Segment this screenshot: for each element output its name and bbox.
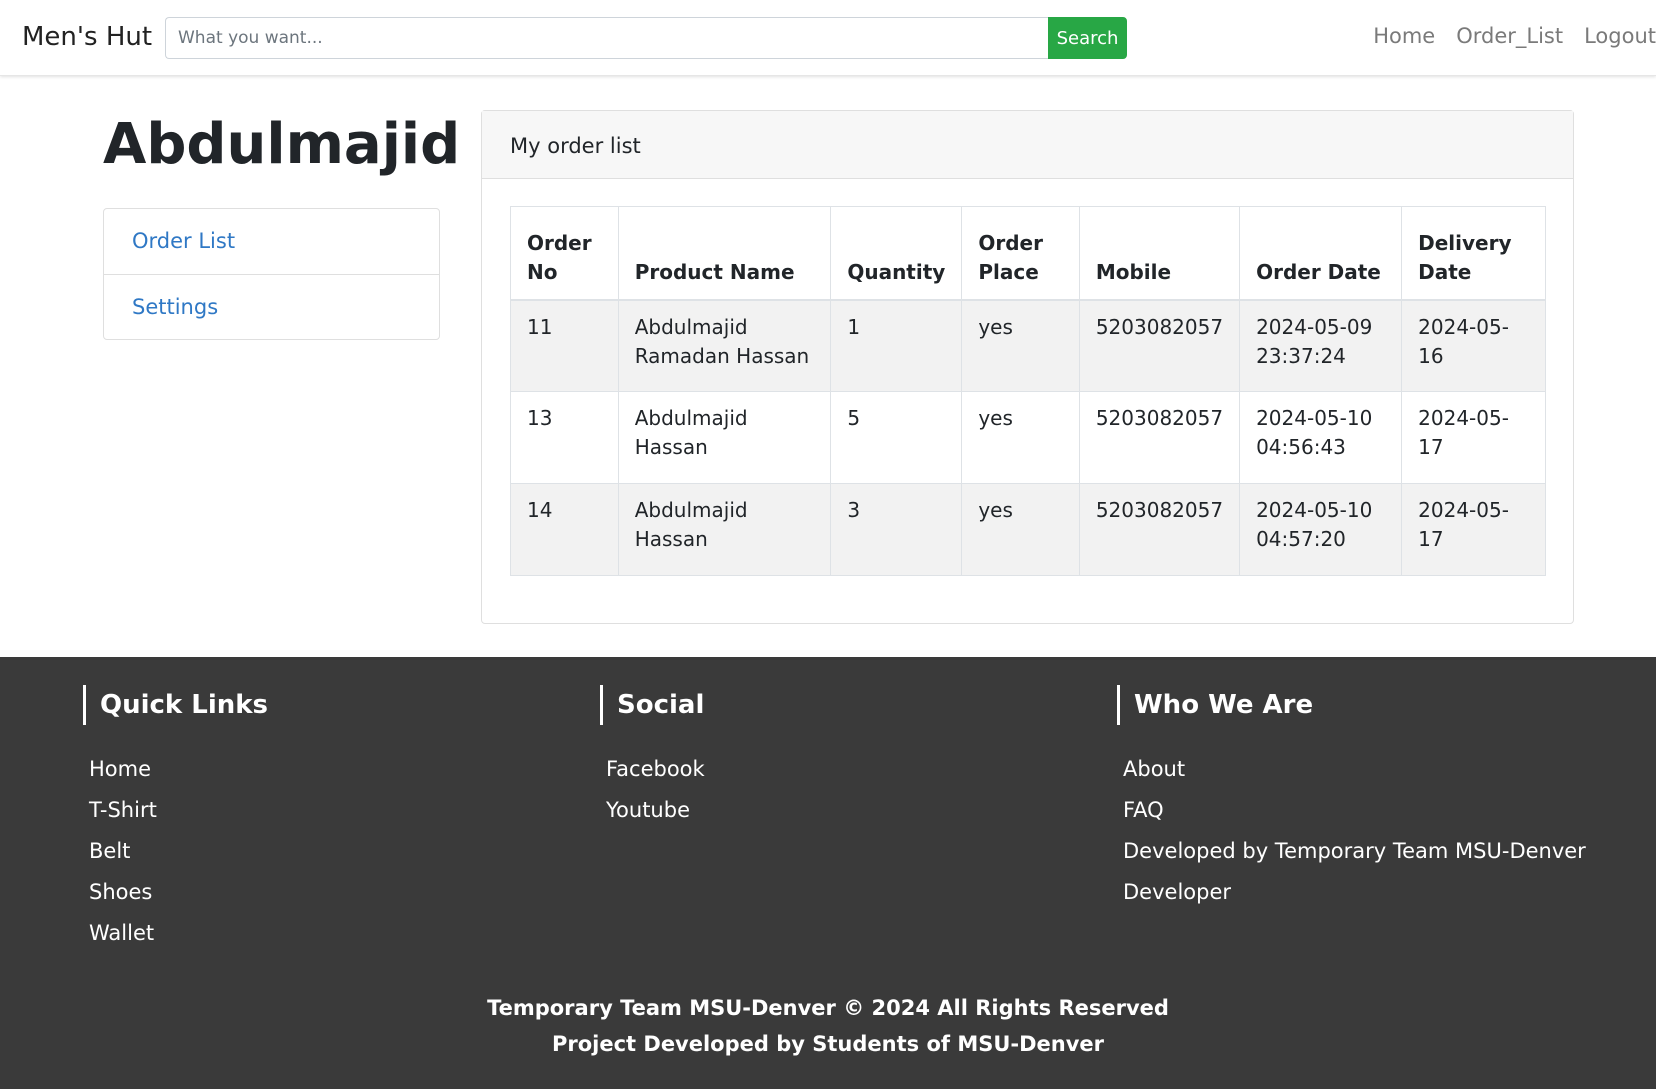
cell-order-no: 13 — [510, 391, 619, 484]
cell-delivery-date: 2024-05-17 — [1401, 391, 1546, 484]
footer-link-belt[interactable]: Belt — [89, 839, 130, 863]
column-header-product-name: Product Name — [617, 206, 832, 301]
footer-social: Social Facebook Youtube — [600, 685, 705, 839]
footer-link-home[interactable]: Home — [89, 757, 151, 781]
cell-order-place: yes — [961, 483, 1080, 576]
cell-order-date: 2024-05-09 23:37:24 — [1239, 299, 1403, 392]
cell-product-name: Abdulmajid Hassan — [617, 483, 832, 576]
footer-who-we-are: Who We Are About FAQ Developed by Tempor… — [1117, 685, 1586, 921]
copyright-line-1: Temporary Team MSU-Denver © 2024 All Rig… — [487, 996, 1169, 1020]
cell-order-place: yes — [961, 391, 1080, 484]
table-header-row: Order No Product Name Quantity Order Pla… — [510, 206, 1546, 301]
cell-mobile: 5203082057 — [1078, 299, 1241, 392]
copyright-line-2: Project Developed by Students of MSU-Den… — [551, 1032, 1105, 1056]
footer-link-t-shirt[interactable]: T-Shirt — [89, 798, 157, 822]
navbar: Men's Hut Search Home Order_List Logout — [0, 0, 1656, 76]
cell-delivery-date: 2024-05-16 — [1401, 299, 1546, 392]
menu-item-order-list[interactable]: Order List — [104, 209, 439, 274]
column-header-mobile: Mobile — [1078, 206, 1241, 301]
cell-product-name: Abdulmajid Ramadan Hassan — [617, 299, 832, 392]
copyright: Temporary Team MSU-Denver © 2024 All Rig… — [0, 990, 1656, 1062]
footer-link-faq[interactable]: FAQ — [1123, 798, 1164, 822]
footer: Quick Links Home T-Shirt Belt Shoes Wall… — [0, 657, 1656, 1089]
cell-order-place: yes — [961, 299, 1080, 392]
nav-link-logout[interactable]: Logout — [1584, 24, 1656, 48]
search-input[interactable] — [165, 17, 1048, 59]
cell-order-no: 11 — [510, 299, 619, 392]
footer-link-about[interactable]: About — [1123, 757, 1185, 781]
footer-link-developed-by[interactable]: Developed by Temporary Team MSU-Denver — [1123, 839, 1586, 863]
menu-item-settings[interactable]: Settings — [104, 274, 439, 339]
footer-link-wallet[interactable]: Wallet — [89, 921, 154, 945]
footer-link-shoes[interactable]: Shoes — [89, 880, 152, 904]
footer-heading-social: Social — [600, 685, 705, 725]
search-form: Search — [165, 17, 1127, 59]
profile-menu: Order List Settings — [103, 208, 440, 340]
nav-link-home[interactable]: Home — [1373, 24, 1435, 48]
column-header-order-place: Order Place — [961, 206, 1080, 301]
column-header-quantity: Quantity — [830, 206, 963, 301]
orders-card: My order list Order No Product Name Quan… — [481, 110, 1574, 624]
column-header-delivery-date: Delivery Date — [1401, 206, 1546, 301]
footer-quick-links: Quick Links Home T-Shirt Belt Shoes Wall… — [83, 685, 268, 962]
cell-order-date: 2024-05-10 04:57:20 — [1239, 483, 1403, 576]
cell-order-no: 14 — [510, 483, 619, 576]
nav-links: Home Order_List Logout — [1352, 24, 1656, 48]
footer-link-facebook[interactable]: Facebook — [606, 757, 705, 781]
cell-quantity: 3 — [830, 483, 963, 576]
table-row: 11 Abdulmajid Ramadan Hassan 1 yes 52030… — [510, 299, 1546, 392]
cell-quantity: 1 — [830, 299, 963, 392]
footer-heading-who-we-are: Who We Are — [1117, 685, 1586, 725]
table-row: 14 Abdulmajid Hassan 3 yes 5203082057 20… — [510, 483, 1546, 576]
cell-delivery-date: 2024-05-17 — [1401, 483, 1546, 576]
column-header-order-date: Order Date — [1239, 206, 1403, 301]
column-header-order-no: Order No — [510, 206, 619, 301]
cell-order-date: 2024-05-10 04:56:43 — [1239, 391, 1403, 484]
orders-table: Order No Product Name Quantity Order Pla… — [510, 206, 1546, 576]
cell-product-name: Abdulmajid Hassan — [617, 391, 832, 484]
footer-link-developer[interactable]: Developer — [1123, 880, 1231, 904]
footer-heading-quick-links: Quick Links — [83, 685, 268, 725]
search-button[interactable]: Search — [1048, 17, 1127, 59]
table-row: 13 Abdulmajid Hassan 5 yes 5203082057 20… — [510, 391, 1546, 484]
page-title: Abdulmajid — [103, 112, 461, 177]
cell-quantity: 5 — [830, 391, 963, 484]
brand-logo[interactable]: Men's Hut — [22, 22, 152, 52]
card-header: My order list — [482, 111, 1573, 179]
cell-mobile: 5203082057 — [1078, 483, 1241, 576]
footer-link-youtube[interactable]: Youtube — [606, 798, 690, 822]
cell-mobile: 5203082057 — [1078, 391, 1241, 484]
nav-link-order-list[interactable]: Order_List — [1456, 24, 1563, 48]
